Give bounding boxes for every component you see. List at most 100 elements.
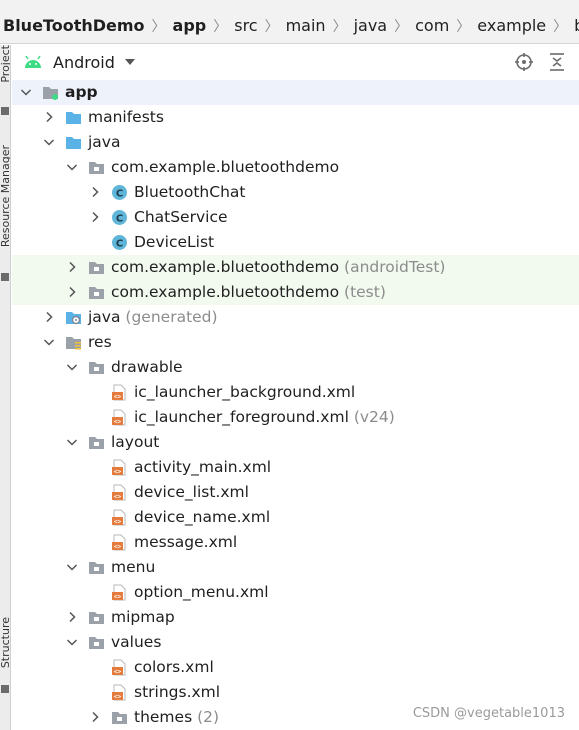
tree-item-name: menu	[111, 558, 156, 576]
chevron-down-icon[interactable]	[124, 59, 135, 65]
tree-item[interactable]: manifests	[12, 105, 579, 130]
tree-item[interactable]: <> strings.xml	[12, 680, 579, 705]
breadcrumb-separator-icon: 〉	[213, 18, 228, 35]
tree-item-label: device_name.xml	[134, 508, 270, 526]
chevron-right-icon[interactable]	[89, 186, 101, 198]
breadcrumb-item[interactable]: src	[231, 16, 260, 35]
collapse-all-icon[interactable]	[547, 52, 567, 72]
side-tab-project[interactable]: Project	[0, 45, 10, 83]
svg-text:C: C	[116, 239, 123, 250]
chevron-right-icon[interactable]	[66, 611, 78, 623]
breadcrumb-item[interactable]: main	[283, 16, 329, 35]
tree-item[interactable]: values	[12, 630, 579, 655]
tree-item[interactable]: app	[12, 80, 579, 105]
chevron-right-icon[interactable]	[66, 286, 78, 298]
breadcrumb-separator-icon: 〉	[553, 18, 568, 35]
tree-item[interactable]: <> option_menu.xml	[12, 580, 579, 605]
svg-text:<>: <>	[114, 544, 122, 551]
chevron-down-icon[interactable]	[43, 136, 55, 148]
tree-item-name: themes	[134, 708, 193, 726]
tree-item-name: java	[88, 308, 121, 326]
tool-window-strip: Project Resource Manager Structure	[0, 45, 11, 730]
tree-item[interactable]: com.example.bluetoothdemo	[12, 155, 579, 180]
svg-text:<>: <>	[114, 594, 122, 601]
tree-item[interactable]: C BluetoothChat	[12, 180, 579, 205]
chevron-down-icon[interactable]	[43, 336, 55, 348]
tree-item[interactable]: <> device_name.xml	[12, 505, 579, 530]
tree-item[interactable]: <> ic_launcher_foreground.xml (v24)	[12, 405, 579, 430]
chevron-down-icon[interactable]	[66, 361, 78, 373]
chevron-down-icon[interactable]	[66, 561, 78, 573]
tree-item[interactable]: com.example.bluetoothdemo (androidTest)	[12, 255, 579, 280]
tree-item-name: java	[88, 133, 121, 151]
breadcrumb-item[interactable]: bluetoothdem	[571, 16, 579, 35]
folder-icon	[65, 134, 82, 151]
tree-item-label: java	[88, 133, 120, 151]
android-icon	[25, 55, 41, 68]
breadcrumb-item[interactable]: com	[412, 16, 452, 35]
tree-item-name: app	[65, 83, 98, 101]
locate-icon[interactable]	[514, 52, 534, 72]
xml-file-icon: <>	[111, 509, 128, 526]
package-icon	[111, 709, 128, 726]
class-icon: C	[111, 209, 128, 226]
chevron-down-icon[interactable]	[66, 161, 78, 173]
tree-item[interactable]: drawable	[12, 355, 579, 380]
tree-item[interactable]: <> message.xml	[12, 530, 579, 555]
chevron-right-icon[interactable]	[43, 311, 55, 323]
breadcrumb-separator-icon: 〉	[151, 18, 166, 35]
tree-item-qualifier: (test)	[339, 283, 386, 301]
tree-item-name: drawable	[111, 358, 183, 376]
tree-item[interactable]: <> ic_launcher_background.xml	[12, 380, 579, 405]
tree-item-qualifier: (2)	[192, 708, 220, 726]
watermark: CSDN @vegetable1013	[412, 706, 565, 721]
chevron-down-icon[interactable]	[20, 86, 32, 98]
breadcrumb-item[interactable]: app	[170, 16, 210, 35]
tree-item[interactable]: layout	[12, 430, 579, 455]
chevron-right-icon[interactable]	[89, 211, 101, 223]
tree-item[interactable]: mipmap	[12, 605, 579, 630]
tree-item-name: device_name.xml	[134, 508, 271, 526]
tree-item-label: strings.xml	[134, 683, 220, 701]
tree-item-name: BluetoothChat	[134, 183, 246, 201]
side-tab-structure[interactable]: Structure	[0, 617, 10, 668]
tree-item-label: ic_launcher_foreground.xml (v24)	[134, 408, 395, 426]
chevron-right-icon[interactable]	[43, 111, 55, 123]
generated-folder-icon	[65, 309, 82, 326]
tree-item[interactable]: java (generated)	[12, 305, 579, 330]
chevron-right-icon[interactable]	[89, 711, 101, 723]
class-icon: C	[111, 234, 128, 251]
tree-item[interactable]: com.example.bluetoothdemo (test)	[12, 280, 579, 305]
breadcrumb-item[interactable]: BlueToothDemo	[0, 16, 148, 35]
tree-item-label: colors.xml	[134, 658, 214, 676]
tree-item[interactable]: C DeviceList	[12, 230, 579, 255]
package-icon	[88, 284, 105, 301]
tree-item[interactable]: res	[12, 330, 579, 355]
tree-item-name: ic_launcher_background.xml	[134, 383, 356, 401]
project-view-selector[interactable]: Android	[53, 53, 115, 72]
xml-file-icon: <>	[111, 659, 128, 676]
svg-text:<>: <>	[114, 394, 122, 401]
tree-item-name: com.example.bluetoothdemo	[111, 283, 340, 301]
tree-item-label: activity_main.xml	[134, 458, 271, 476]
tree-item-name: option_menu.xml	[134, 583, 269, 601]
breadcrumb-separator-icon: 〉	[394, 18, 409, 35]
side-tab-resource-manager[interactable]: Resource Manager	[0, 145, 10, 247]
tree-item-name: values	[111, 633, 162, 651]
breadcrumb-item[interactable]: java	[351, 16, 391, 35]
tree-item[interactable]: menu	[12, 555, 579, 580]
tree-item-name: ChatService	[134, 208, 228, 226]
svg-text:C: C	[116, 189, 123, 200]
tree-item[interactable]: <> colors.xml	[12, 655, 579, 680]
tree-item[interactable]: java	[12, 130, 579, 155]
module-folder-icon	[42, 84, 59, 101]
svg-text:<>: <>	[114, 469, 122, 476]
tree-item[interactable]: <> activity_main.xml	[12, 455, 579, 480]
breadcrumb-item[interactable]: example	[474, 16, 549, 35]
chevron-right-icon[interactable]	[66, 261, 78, 273]
tree-item[interactable]: <> device_list.xml	[12, 480, 579, 505]
chevron-down-icon[interactable]	[66, 436, 78, 448]
tree-item[interactable]: C ChatService	[12, 205, 579, 230]
chevron-down-icon[interactable]	[66, 636, 78, 648]
side-tab-marker	[1, 273, 9, 281]
